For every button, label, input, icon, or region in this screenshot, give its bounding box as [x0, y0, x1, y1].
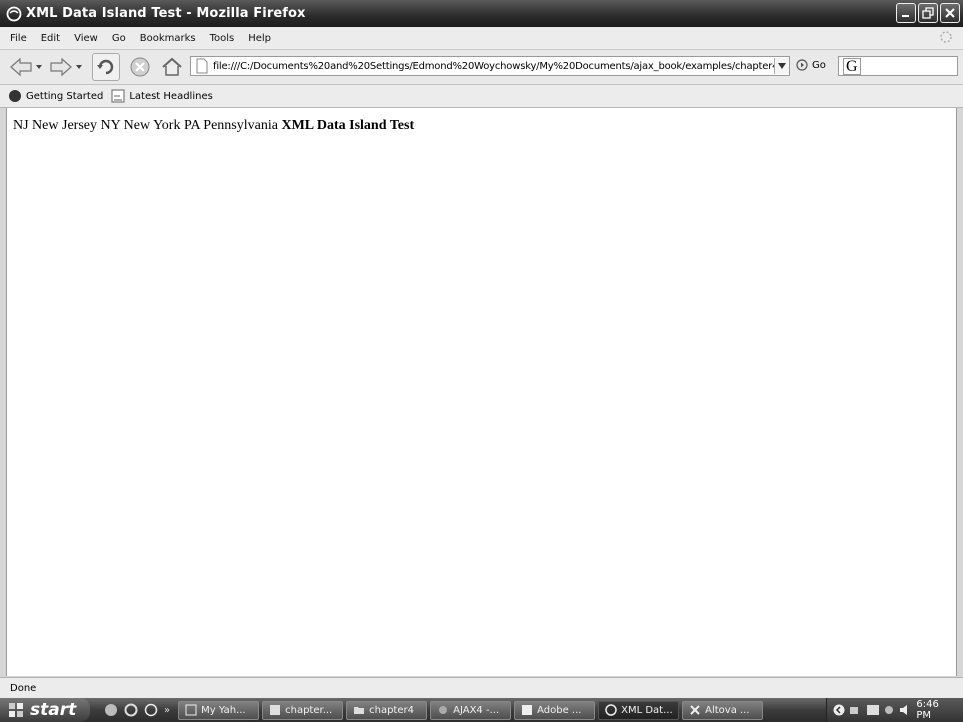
close-button[interactable]	[940, 3, 960, 23]
system-tray: 6:46 PM	[826, 698, 963, 722]
home-button[interactable]	[160, 55, 184, 79]
bookmark-label: Latest Headlines	[129, 90, 213, 102]
chevron-down-icon	[76, 65, 82, 69]
start-label: start	[30, 700, 77, 720]
taskbar-item-label: XML Dat...	[621, 704, 673, 716]
page-body-text: NJ New Jersey NY New York PA Pennsylvani…	[13, 118, 414, 134]
taskbar-item-label: AJAX4 -...	[453, 704, 500, 716]
restore-button[interactable]	[918, 3, 938, 23]
chevron-right-icon[interactable]: »	[164, 705, 170, 716]
reload-icon	[97, 59, 114, 75]
taskbar-item[interactable]: chapter4	[346, 700, 428, 720]
forward-arrow-icon	[50, 57, 72, 77]
menu-bookmarks[interactable]: Bookmarks	[133, 33, 203, 44]
taskbar: start » My Yah... chapter... chapter4 AJ…	[0, 698, 963, 722]
states-list: NJ New Jersey NY New York PA Pennsylvani…	[13, 118, 278, 133]
home-icon	[162, 57, 182, 76]
windows-logo-icon	[9, 703, 23, 717]
window-icon	[185, 704, 197, 716]
volume-icon[interactable]	[899, 704, 912, 716]
clock: 6:46 PM	[916, 699, 939, 721]
throbber-icon	[940, 31, 952, 43]
window-controls	[896, 3, 960, 23]
desktop-icon[interactable]	[104, 703, 118, 717]
taskbar-item[interactable]: My Yah...	[178, 700, 260, 720]
go-label: Go	[812, 59, 826, 71]
tray-app-icon[interactable]	[883, 704, 895, 716]
firefox-icon	[605, 704, 617, 716]
taskbar-item[interactable]: Altova ...	[682, 700, 764, 720]
language-icon[interactable]	[866, 704, 879, 716]
restore-icon	[922, 7, 934, 19]
bookmarks-toolbar: Getting Started Latest Headlines	[0, 85, 963, 108]
bookmark-getting-started[interactable]: Getting Started	[8, 89, 103, 103]
close-icon	[945, 8, 955, 18]
taskbar-item-label: chapter...	[285, 704, 333, 716]
window-title: XML Data Island Test - Mozilla Firefox	[26, 6, 306, 21]
google-search-icon[interactable]: G	[843, 57, 861, 75]
navigation-toolbar: file:///C:/Documents%20and%20Settings/Ed…	[0, 50, 963, 85]
folder-icon	[354, 707, 365, 714]
taskbar-item-active[interactable]: XML Dat...	[598, 700, 680, 720]
back-button[interactable]	[8, 54, 34, 80]
chevron-down-icon	[778, 63, 786, 69]
title-bar: XML Data Island Test - Mozilla Firefox	[0, 0, 963, 27]
stop-icon	[130, 57, 150, 77]
address-bar[interactable]: file:///C:/Documents%20and%20Settings/Ed…	[190, 56, 790, 76]
forward-button[interactable]	[48, 54, 74, 80]
url-history-dropdown[interactable]	[774, 58, 789, 74]
status-text: Done	[10, 682, 37, 694]
back-arrow-icon	[10, 57, 32, 77]
taskbar-item[interactable]: chapter...	[262, 700, 344, 720]
internet-explorer-icon[interactable]	[124, 703, 138, 717]
taskbar-item-label: chapter4	[369, 704, 414, 716]
page-heading: XML Data Island Test	[281, 118, 415, 133]
menu-help[interactable]: Help	[241, 33, 278, 44]
forward-history-dropdown[interactable]	[74, 62, 84, 72]
rss-feed-icon	[111, 89, 125, 103]
chevron-left-icon[interactable]	[833, 704, 845, 716]
back-history-dropdown[interactable]	[34, 62, 44, 72]
search-input[interactable]: G	[838, 56, 958, 76]
taskbar-item-label: Altova ...	[705, 704, 750, 716]
bookmark-latest-headlines[interactable]: Latest Headlines	[111, 89, 213, 103]
go-arrow-icon	[796, 59, 808, 71]
altova-icon	[690, 705, 700, 715]
editor-icon	[439, 706, 448, 714]
reload-button[interactable]	[92, 53, 120, 81]
taskbar-item-label: Adobe ...	[537, 704, 582, 716]
word-document-icon	[270, 705, 281, 715]
taskbar-item-label: My Yah...	[201, 704, 246, 716]
taskbar-item[interactable]: AJAX4 -...	[430, 700, 512, 720]
page-content: NJ New Jersey NY New York PA Pennsylvani…	[6, 108, 957, 676]
minimize-button[interactable]	[896, 3, 916, 23]
quick-launch: »	[104, 703, 170, 717]
menu-go[interactable]: Go	[105, 33, 133, 44]
adobe-icon	[522, 705, 533, 715]
taskbar-item[interactable]: Adobe ...	[514, 700, 596, 720]
menu-file[interactable]: File	[0, 33, 34, 44]
page-icon	[196, 58, 208, 74]
bookmark-label: Getting Started	[26, 90, 104, 102]
minimize-icon	[902, 15, 909, 17]
menu-edit[interactable]: Edit	[34, 33, 67, 44]
menu-tools[interactable]: Tools	[203, 33, 242, 44]
go-button[interactable]: Go	[796, 59, 826, 71]
network-icon[interactable]	[849, 704, 862, 716]
firefox-icon[interactable]	[144, 703, 158, 717]
status-bar: Done	[0, 677, 963, 698]
url-input[interactable]: file:///C:/Documents%20and%20Settings/Ed…	[209, 61, 774, 72]
start-button[interactable]: start	[0, 698, 90, 722]
stop-button[interactable]	[128, 55, 152, 79]
menu-view[interactable]: View	[67, 33, 105, 44]
firefox-icon	[6, 6, 22, 21]
menu-bar: File Edit View Go Bookmarks Tools Help	[0, 27, 963, 50]
bookmark-page-icon	[9, 90, 21, 102]
chevron-down-icon	[36, 65, 42, 69]
